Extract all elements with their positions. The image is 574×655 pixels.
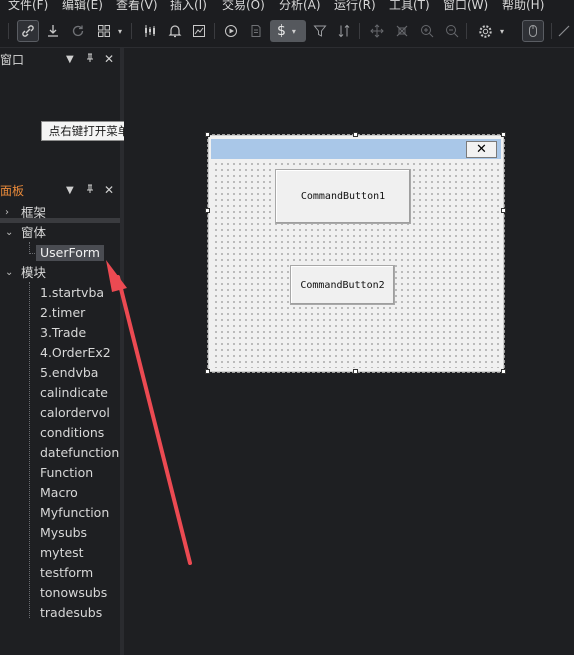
annotation-arrow [106, 260, 192, 565]
